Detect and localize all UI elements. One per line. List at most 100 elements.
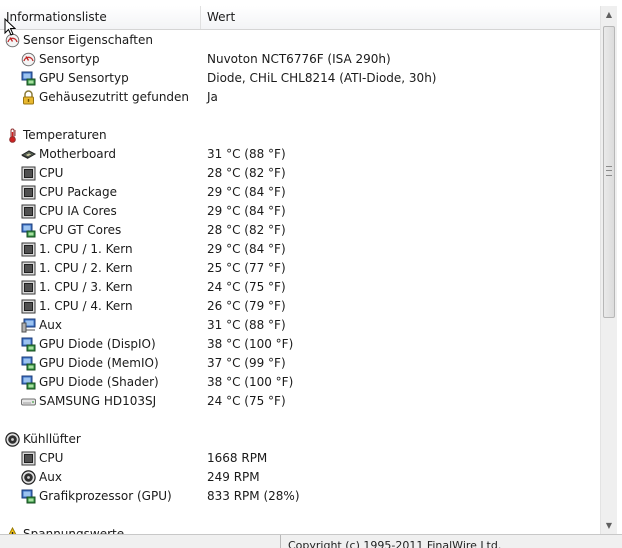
gpu-monitor-icon [21,71,36,86]
item-label: CPU Package [39,185,117,199]
list-item[interactable]: Sensortyp Nuvoton NCT6776F (ISA 290h) [0,50,600,69]
list-item[interactable]: 1. CPU / 4. Kern 26 °C (79 °F) [0,297,600,316]
aux-device-icon [21,318,36,333]
item-value: 833 RPM (28%) [207,489,300,503]
spacer-row [0,411,600,430]
copyright-text: Copyright (c) 1995-2011 FinalWire Ltd. [288,539,502,548]
hard-drive-icon [21,394,36,409]
category-row[interactable]: Temperaturen [0,126,600,145]
scrollbar-thumb[interactable] [603,26,615,318]
item-label: 1. CPU / 2. Kern [39,261,133,275]
item-value: Ja [207,90,218,104]
scroll-down-arrow-icon[interactable]: ▼ [601,517,617,534]
list-item[interactable]: CPU Package 29 °C (84 °F) [0,183,600,202]
item-label: Aux [39,470,62,484]
column-divider[interactable] [200,6,201,29]
list-item[interactable]: GPU Diode (DispIO) 38 °C (100 °F) [0,335,600,354]
list-item[interactable]: CPU IA Cores 29 °C (84 °F) [0,202,600,221]
item-label: CPU GT Cores [39,223,122,237]
cpu-chip-icon [21,299,36,314]
item-label: Sensortyp [39,52,100,66]
item-value: 26 °C (79 °F) [207,299,286,313]
category-row[interactable]: Spannungswerte [0,525,600,534]
list-item[interactable]: SAMSUNG HD103SJ 24 °C (75 °F) [0,392,600,411]
item-value: 249 RPM [207,470,260,484]
cpu-chip-icon [21,451,36,466]
list-item[interactable]: 1. CPU / 3. Kern 24 °C (75 °F) [0,278,600,297]
list-item[interactable]: Motherboard 31 °C (88 °F) [0,145,600,164]
column-header-informationsliste[interactable]: Informationsliste [6,6,196,29]
item-label: 1. CPU / 1. Kern [39,242,133,256]
sensor-list: Sensor Eigenschaften Sensortyp Nuvoton NCT… [0,31,600,534]
list-item[interactable]: GPU Diode (MemIO) 37 °C (99 °F) [0,354,600,373]
item-value: 24 °C (75 °F) [207,280,286,294]
cpu-chip-icon [21,242,36,257]
list-item[interactable]: Aux 31 °C (88 °F) [0,316,600,335]
list-item[interactable]: CPU GT Cores 28 °C (82 °F) [0,221,600,240]
item-label: CPU [39,166,64,180]
cpu-chip-icon [21,166,36,181]
item-label: Spannungswerte [23,527,125,534]
warning-icon [5,527,20,534]
item-value: 1668 RPM [207,451,268,465]
item-value: 29 °C (84 °F) [207,204,286,218]
gpu-monitor-icon [21,375,36,390]
list-item[interactable]: GPU Sensortyp Diode, CHiL CHL8214 (ATI-Di… [0,69,600,88]
cpu-chip-icon [21,185,36,200]
item-value: Nuvoton NCT6776F (ISA 290h) [207,52,391,66]
status-divider [280,535,281,548]
gpu-monitor-icon [21,223,36,238]
spacer-row [0,506,600,525]
item-label: Aux [39,318,62,332]
item-label: Temperaturen [23,128,107,142]
item-label: Grafikprozessor (GPU) [39,489,172,503]
sensor-gauge-icon [21,52,36,67]
spacer-row [0,107,600,126]
item-label: Kühllüfter [23,432,81,446]
item-value: 38 °C (100 °F) [207,375,294,389]
list-item[interactable]: Grafikprozessor (GPU) 833 RPM (28%) [0,487,600,506]
vertical-scrollbar[interactable]: ▲ ▼ [600,6,617,534]
mouse-cursor-icon [4,18,16,36]
column-header-wert[interactable]: Wert [207,6,587,29]
scroll-up-arrow-icon[interactable]: ▲ [601,6,617,23]
item-value: 37 °C (99 °F) [207,356,286,370]
list-item[interactable]: 1. CPU / 2. Kern 25 °C (77 °F) [0,259,600,278]
item-value: Diode, CHiL CHL8214 (ATI-Diode, 30h) [207,71,437,85]
list-item[interactable]: CPU 1668 RPM [0,449,600,468]
list-item[interactable]: GPU Diode (Shader) 38 °C (100 °F) [0,373,600,392]
item-value: 24 °C (75 °F) [207,394,286,408]
gpu-monitor-icon [21,356,36,371]
item-value: 25 °C (77 °F) [207,261,286,275]
item-value: 31 °C (88 °F) [207,147,286,161]
item-label: Gehäusezutritt gefunden [39,90,190,104]
list-header: Informationsliste Wert [0,6,600,30]
item-label: GPU Sensortyp [39,71,129,85]
item-label: Sensor Eigenschaften [23,33,153,47]
category-row[interactable]: Sensor Eigenschaften [0,31,600,50]
item-label: 1. CPU / 3. Kern [39,280,133,294]
thermometer-icon [5,128,20,143]
list-item[interactable]: Aux 249 RPM [0,468,600,487]
list-item[interactable]: CPU 28 °C (82 °F) [0,164,600,183]
item-label: GPU Diode (MemIO) [39,356,159,370]
gpu-monitor-icon [21,337,36,352]
lock-icon [21,90,36,105]
cpu-chip-icon [21,204,36,219]
item-value: 29 °C (84 °F) [207,185,286,199]
gpu-monitor-icon [21,489,36,504]
list-item[interactable]: 1. CPU / 1. Kern 29 °C (84 °F) [0,240,600,259]
list-item[interactable]: Gehäusezutritt gefunden Ja [0,88,600,107]
motherboard-icon [21,147,36,162]
fan-icon [5,432,20,447]
window-edge [617,0,622,548]
category-row[interactable]: Kühllüfter [0,430,600,449]
cpu-chip-icon [21,280,36,295]
grip-icon [606,166,612,176]
item-label: GPU Diode (DispIO) [39,337,156,351]
status-bar: Copyright (c) 1995-2011 FinalWire Ltd. [0,534,622,548]
cpu-chip-icon [21,261,36,276]
item-label: CPU IA Cores [39,204,117,218]
item-label: SAMSUNG HD103SJ [39,394,157,408]
item-label: 1. CPU / 4. Kern [39,299,133,313]
